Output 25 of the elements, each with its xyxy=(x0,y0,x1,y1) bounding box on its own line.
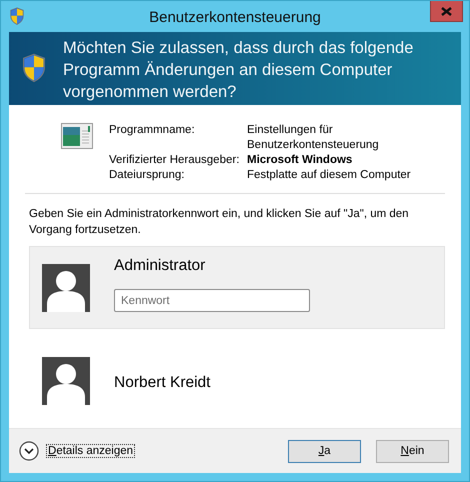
info-label: Dateiursprung: xyxy=(109,168,186,183)
details-link[interactable]: Details anzeigen xyxy=(46,444,136,458)
chevron-down-icon[interactable] xyxy=(19,441,39,461)
shield-icon xyxy=(21,53,47,83)
info-value: Microsoft Windows xyxy=(247,153,354,168)
dialog-button[interactable]: Ja xyxy=(288,440,361,462)
user-tile[interactable]: Administrator Kennwort xyxy=(29,246,445,329)
info-value: Einstellungen für Benutzerkontensteuerung xyxy=(247,123,380,153)
dialog-button[interactable]: Nein xyxy=(376,440,449,462)
password-field[interactable]: Kennwort xyxy=(114,289,310,312)
user-tile[interactable]: Norbert Kreidt xyxy=(29,339,445,422)
user-avatar-icon xyxy=(42,264,90,312)
info-value: Festplatte auf diesem Computer xyxy=(247,168,412,183)
instruction-text: Geben Sie ein Administratorkennwort ein, und klicken Sie auf "Ja", um den Vorgang fortzusetzen. xyxy=(28,207,410,238)
info-label: Verifizierter Herausgeber: xyxy=(109,153,240,168)
user-name: Norbert Kreidt xyxy=(114,373,210,392)
close-icon xyxy=(441,6,452,16)
user-name: Administrator xyxy=(114,257,206,275)
program-window-icon xyxy=(61,123,93,149)
user-avatar-icon xyxy=(42,357,90,405)
info-label: Programmname: xyxy=(109,123,196,138)
question-text: Möchten Sie zulassen, dass durch das folgende Programm Änderungen an diesem Computer vorgenommen werden? xyxy=(63,38,414,103)
window-title: Benutzerkontensteuerung xyxy=(148,8,322,26)
close-button[interactable] xyxy=(430,1,463,22)
shield-icon xyxy=(9,7,25,26)
